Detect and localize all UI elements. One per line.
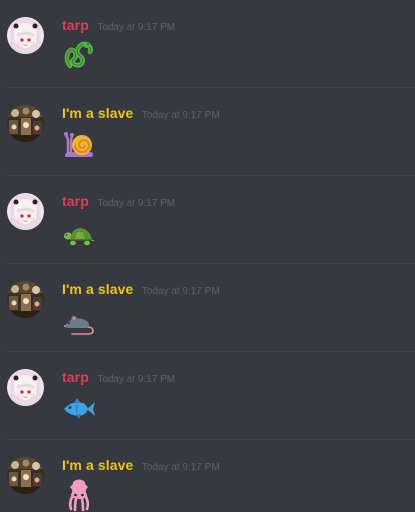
username[interactable]: I'm a slave [62, 105, 133, 121]
message-item: tarp Today at 9:17 PM [0, 176, 415, 264]
avatar[interactable] [7, 193, 44, 230]
avatar[interactable] [7, 457, 44, 494]
message-header: tarp Today at 9:17 PM [62, 192, 175, 213]
message-item: tarp Today at 9:17 PM [0, 352, 415, 440]
username[interactable]: tarp [62, 17, 89, 33]
avatar[interactable] [7, 105, 44, 142]
message-header: tarp Today at 9:17 PM [62, 368, 175, 389]
message-header: tarp Today at 9:17 PM [62, 16, 175, 37]
timestamp: Today at 9:17 PM [141, 110, 220, 121]
turtle-emoji-icon [62, 220, 96, 254]
message-header: I'm a slave Today at 9:17 PM [62, 280, 220, 301]
rat-emoji-icon [62, 306, 96, 340]
username[interactable]: tarp [62, 369, 89, 385]
snake-emoji-icon [62, 38, 96, 72]
username[interactable]: tarp [62, 193, 89, 209]
timestamp: Today at 9:17 PM [97, 374, 176, 385]
message-item: I'm a slave Today at 9:17 PM [0, 440, 415, 512]
squid-emoji-icon [62, 478, 96, 512]
avatar[interactable] [7, 281, 44, 318]
username[interactable]: I'm a slave [62, 281, 133, 297]
timestamp: Today at 9:17 PM [141, 462, 220, 473]
message-item: tarp Today at 9:17 PM [0, 0, 415, 88]
timestamp: Today at 9:17 PM [97, 198, 176, 209]
chat-messages: tarp Today at 9:17 PM I'm a slave Today … [0, 0, 415, 512]
timestamp: Today at 9:17 PM [97, 22, 176, 33]
fish-emoji-icon [62, 392, 96, 426]
message-header: I'm a slave Today at 9:17 PM [62, 456, 220, 477]
message-header: I'm a slave Today at 9:17 PM [62, 104, 220, 125]
timestamp: Today at 9:17 PM [141, 286, 220, 297]
message-item: I'm a slave Today at 9:17 PM [0, 264, 415, 352]
avatar[interactable] [7, 369, 44, 406]
avatar[interactable] [7, 17, 44, 54]
username[interactable]: I'm a slave [62, 457, 133, 473]
snail-emoji-icon [62, 128, 96, 162]
message-item: I'm a slave Today at 9:17 PM [0, 88, 415, 176]
